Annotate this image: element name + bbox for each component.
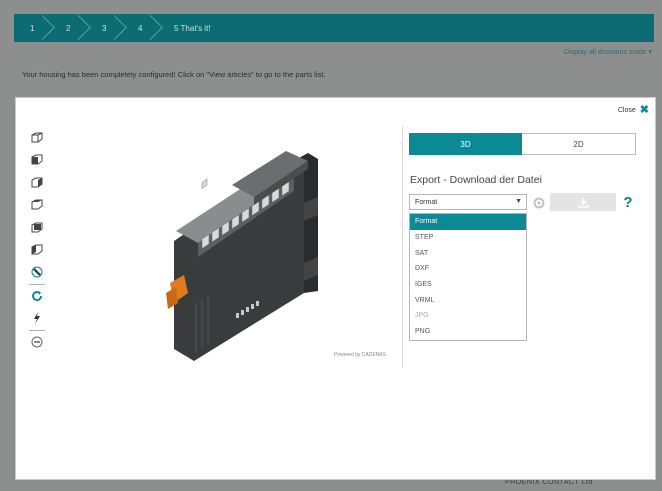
format-dropdown-list: Format STEP SAT DXF IGES VRML JPG PNG xyxy=(409,213,527,341)
panel-divider xyxy=(402,126,403,368)
step-label: 3 xyxy=(102,23,107,33)
step-1[interactable]: 1 xyxy=(14,14,50,42)
download-icon xyxy=(577,197,589,208)
close-label: Close xyxy=(617,107,636,114)
view-back-icon[interactable] xyxy=(30,221,44,233)
view-toolbar xyxy=(29,131,48,358)
view-iso-front-icon[interactable] xyxy=(30,131,44,143)
tab-2d[interactable]: 2D xyxy=(522,133,636,155)
rotate-icon[interactable] xyxy=(30,290,44,302)
step-label: 4 xyxy=(138,23,143,33)
format-option-dxf[interactable]: DXF xyxy=(410,261,526,277)
progress-steps: 1 2 3 4 5 That's it! xyxy=(14,14,654,42)
view-left-icon[interactable] xyxy=(30,244,44,256)
close-icon[interactable]: ✖ xyxy=(640,105,649,116)
step-2[interactable]: 2 xyxy=(50,14,86,42)
step-5[interactable]: 5 That's it! xyxy=(158,14,278,42)
toolbar-divider xyxy=(29,283,45,285)
cad-preview-modal: Close ✖ Powered by CADENAS 3D 2D Export … xyxy=(15,97,656,480)
download-button[interactable] xyxy=(550,193,616,211)
company-footer: PHOENIX CONTACT Ltd xyxy=(505,479,593,486)
view-bottom-icon[interactable] xyxy=(30,266,44,278)
view-front-icon[interactable] xyxy=(30,154,44,166)
format-option-format[interactable]: Format xyxy=(410,214,526,230)
tab-3d[interactable]: 3D xyxy=(409,133,522,155)
format-option-vrml[interactable]: VRML xyxy=(410,292,526,308)
format-select[interactable]: Format ▼ xyxy=(409,194,527,210)
export-title: Export - Download der Datei xyxy=(410,174,542,186)
step-3[interactable]: 3 xyxy=(86,14,122,42)
step-4[interactable]: 4 xyxy=(122,14,158,42)
chevron-down-icon: ▼ xyxy=(515,198,522,205)
view-right-icon[interactable] xyxy=(30,176,44,188)
toolbar-divider xyxy=(29,329,45,331)
format-option-step[interactable]: STEP xyxy=(410,230,526,246)
close-button[interactable]: Close ✖ xyxy=(617,105,649,116)
help-button[interactable]: ? xyxy=(619,192,637,212)
display-all-decisions-link[interactable]: Display all decisions made ▾ xyxy=(564,48,652,56)
cad-model-viewer[interactable] xyxy=(136,143,406,363)
zoom-fit-icon[interactable] xyxy=(30,336,44,348)
format-option-jpg[interactable]: JPG xyxy=(410,308,526,324)
flash-icon[interactable] xyxy=(30,312,44,324)
step-label: 1 xyxy=(30,23,35,33)
configured-message: Your housing has been completely configu… xyxy=(22,70,326,79)
format-select-value: Format xyxy=(415,198,438,206)
view-tabs: 3D 2D xyxy=(409,133,636,155)
step-label: 2 xyxy=(66,23,71,33)
settings-gear-icon[interactable] xyxy=(533,196,545,209)
format-option-sat[interactable]: SAT xyxy=(410,245,526,261)
view-top-icon[interactable] xyxy=(30,199,44,211)
powered-by-label: Powered by CADENAS xyxy=(334,352,386,358)
format-option-png[interactable]: PNG xyxy=(410,324,526,340)
format-option-iges[interactable]: IGES xyxy=(410,277,526,293)
step-label: 5 That's it! xyxy=(174,23,211,33)
